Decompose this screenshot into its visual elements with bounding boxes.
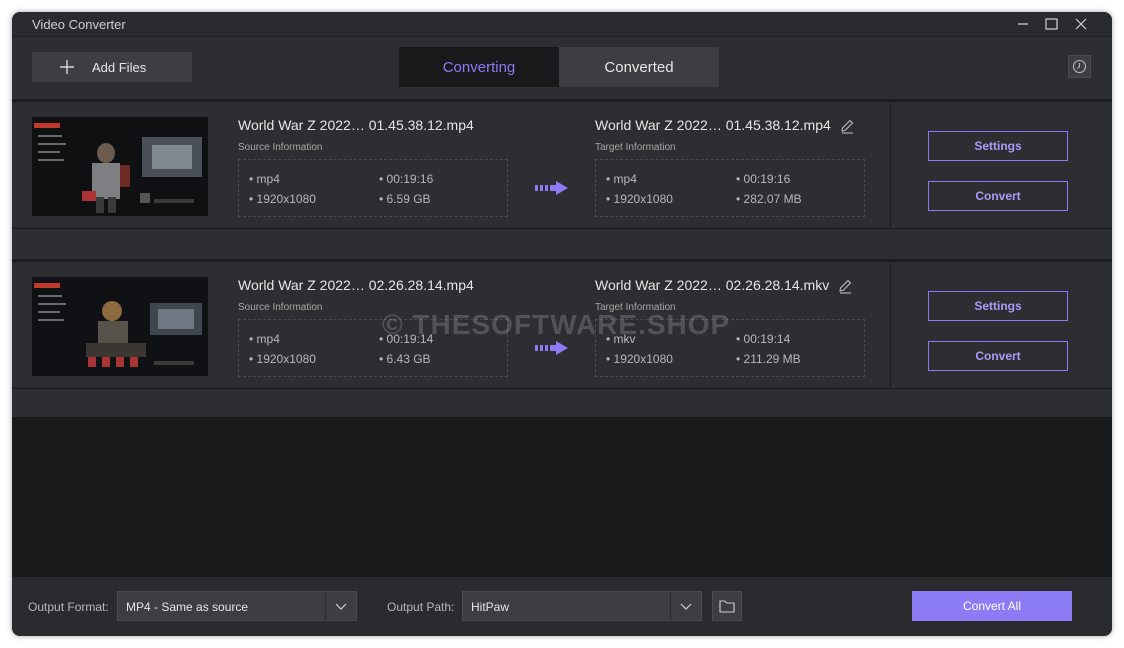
close-icon[interactable]	[1071, 14, 1091, 34]
folder-icon	[719, 600, 735, 613]
source-size: • 6.59 GB	[379, 192, 431, 206]
target-resolution: • 1920x1080	[606, 352, 673, 366]
open-folder-button[interactable]	[712, 591, 742, 621]
video-thumbnail[interactable]	[32, 277, 208, 376]
tab-converting[interactable]: Converting	[399, 47, 559, 87]
list-item: World War Z 2022… 01.45.38.12.mp4 Source…	[12, 99, 1112, 229]
chevron-down-icon	[680, 603, 692, 610]
app-window: Video Converter Add Files Converting Con…	[12, 12, 1112, 636]
source-duration: • 00:19:16	[379, 172, 434, 186]
source-info-box: • mp4 • 00:19:16 • 1920x1080 • 6.59 GB	[238, 159, 508, 217]
maximize-icon[interactable]	[1041, 14, 1061, 34]
video-thumbnail[interactable]	[32, 117, 208, 216]
convert-all-button[interactable]: Convert All	[912, 591, 1072, 621]
target-file-name[interactable]: World War Z 2022… 01.45.38.12.mp4	[595, 117, 831, 133]
empty-list-area	[12, 417, 1112, 577]
select-divider	[325, 592, 326, 620]
edit-icon[interactable]	[839, 118, 855, 134]
add-files-button[interactable]: Add Files	[32, 52, 192, 82]
target-info-label: Target Information	[595, 142, 676, 153]
output-format-value: MP4 - Same as source	[126, 600, 249, 614]
output-path-label: Output Path:	[387, 600, 455, 614]
target-duration: • 00:19:14	[736, 332, 791, 346]
source-resolution: • 1920x1080	[249, 192, 316, 206]
watermark: © THESOFTWARE.SHOP	[382, 309, 731, 340]
history-icon	[1072, 59, 1087, 74]
history-button[interactable]	[1068, 55, 1091, 78]
window-title: Video Converter	[32, 17, 126, 32]
plus-icon	[60, 60, 74, 74]
add-files-label: Add Files	[92, 59, 147, 75]
arrow-right-icon	[535, 181, 568, 195]
source-format: • mp4	[249, 332, 280, 346]
output-format-label: Output Format:	[28, 600, 109, 614]
file-list: World War Z 2022… 01.45.38.12.mp4 Source…	[12, 99, 1112, 417]
source-size: • 6.43 GB	[379, 352, 431, 366]
tab-converted[interactable]: Converted	[559, 47, 719, 87]
target-size: • 282.07 MB	[736, 192, 802, 206]
arrow-right-icon	[535, 341, 568, 355]
source-file-name: World War Z 2022… 01.45.38.12.mp4	[238, 117, 474, 133]
title-bar: Video Converter	[12, 12, 1112, 37]
minimize-icon[interactable]	[1013, 14, 1033, 34]
source-info-label: Source Information	[238, 142, 323, 153]
source-format: • mp4	[249, 172, 280, 186]
output-path-value: HitPaw	[471, 600, 510, 614]
target-size: • 211.29 MB	[736, 352, 801, 366]
convert-button[interactable]: Convert	[928, 181, 1068, 211]
settings-button[interactable]: Settings	[928, 291, 1068, 321]
edit-icon[interactable]	[837, 278, 853, 294]
target-format: • mp4	[606, 172, 637, 186]
chevron-down-icon	[335, 603, 347, 610]
item-actions: Settings Convert	[890, 102, 1112, 228]
target-info-box: • mp4 • 00:19:16 • 1920x1080 • 282.07 MB	[595, 159, 865, 217]
output-path-select[interactable]: HitPaw	[462, 591, 702, 621]
tab-bar: Converting Converted	[399, 47, 719, 87]
bottom-bar: Output Format: MP4 - Same as source Outp…	[12, 577, 1112, 636]
source-info-label: Source Information	[238, 302, 323, 313]
target-duration: • 00:19:16	[736, 172, 791, 186]
output-format-select[interactable]: MP4 - Same as source	[117, 591, 357, 621]
select-divider	[670, 592, 671, 620]
item-actions: Settings Convert	[890, 262, 1112, 388]
settings-button[interactable]: Settings	[928, 131, 1068, 161]
source-resolution: • 1920x1080	[249, 352, 316, 366]
target-resolution: • 1920x1080	[606, 192, 673, 206]
source-file-name: World War Z 2022… 02.26.28.14.mp4	[238, 277, 474, 293]
target-file-name[interactable]: World War Z 2022… 02.26.28.14.mkv	[595, 277, 829, 293]
convert-button[interactable]: Convert	[928, 341, 1068, 371]
toolbar: Add Files Converting Converted	[12, 37, 1112, 99]
